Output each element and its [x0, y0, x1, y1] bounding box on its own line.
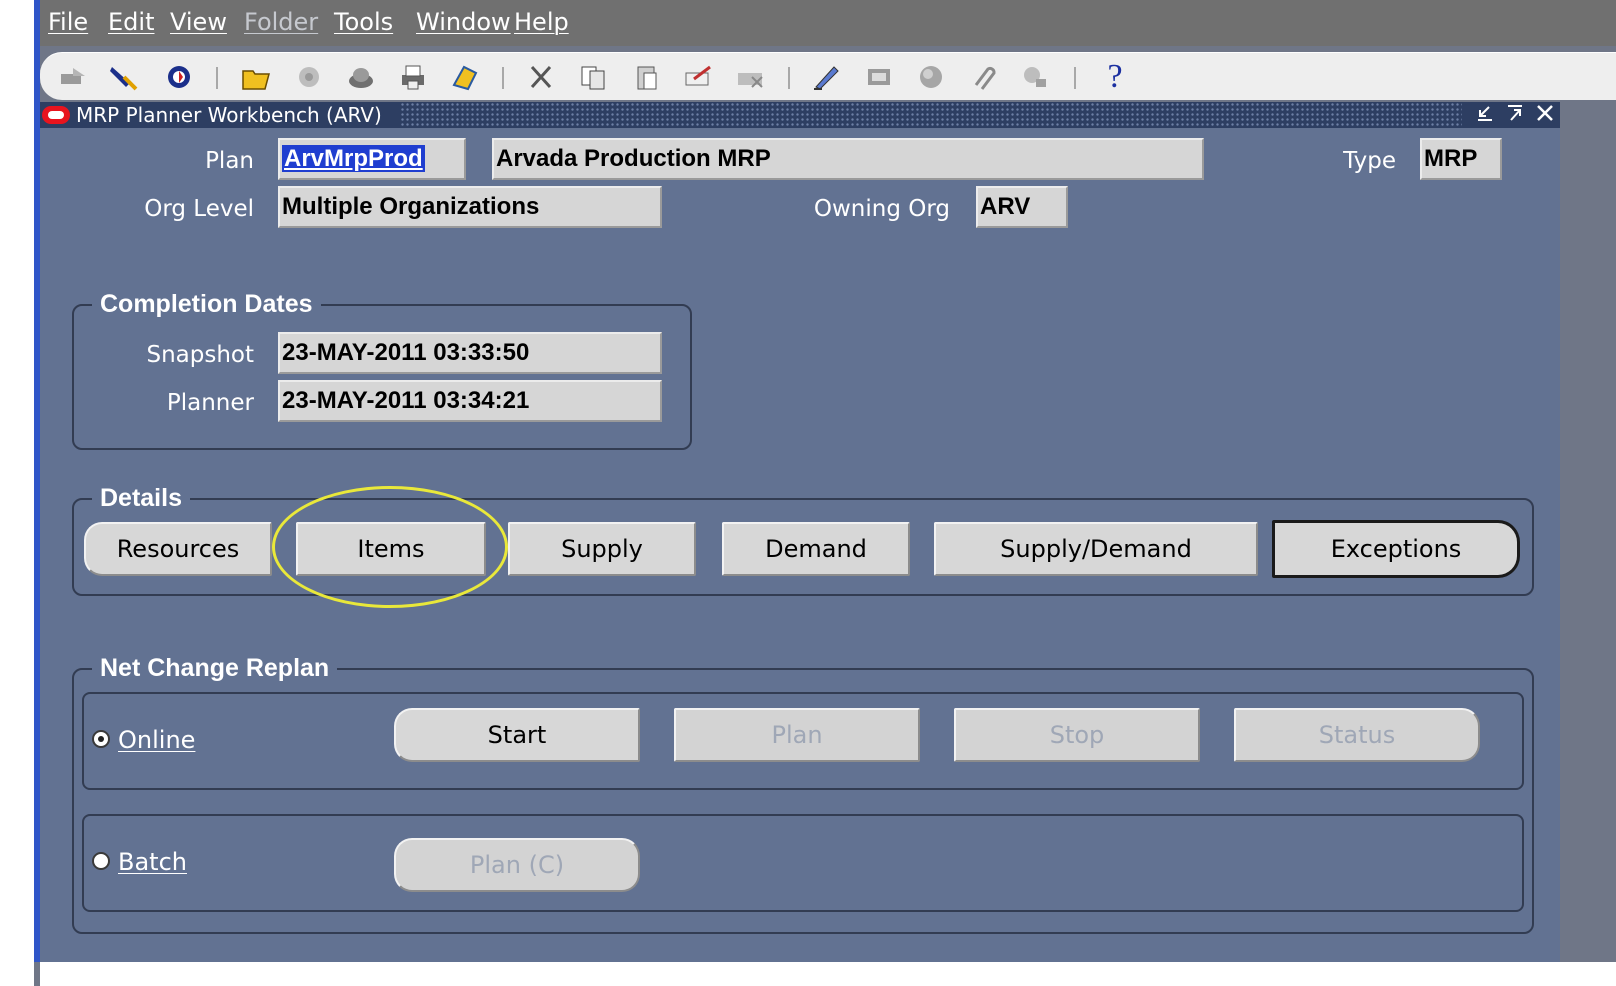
- details-title: Details: [92, 484, 190, 513]
- toolbar-separator: [502, 67, 504, 89]
- plan-code-field[interactable]: ArvMrpProd: [278, 138, 466, 180]
- plan-type-field[interactable]: MRP: [1420, 138, 1502, 180]
- close-icon[interactable]: [1536, 103, 1554, 127]
- online-label[interactable]: Online: [118, 726, 195, 754]
- owning-org-field[interactable]: ARV: [976, 186, 1068, 228]
- net-change-replan-title: Net Change Replan: [92, 654, 338, 683]
- plan-label: Plan: [205, 148, 254, 174]
- menu-file[interactable]: File: [48, 8, 88, 36]
- zoom-icon[interactable]: [862, 62, 896, 92]
- attachments-icon[interactable]: [966, 62, 1000, 92]
- translations-icon[interactable]: [914, 62, 948, 92]
- window-title: MRP Planner Workbench (ARV): [76, 103, 382, 127]
- completion-dates-group: [72, 304, 692, 450]
- planner-date-field[interactable]: 23-MAY-2011 03:34:21: [278, 380, 662, 422]
- minimize-icon[interactable]: [1476, 103, 1494, 127]
- menu-edit[interactable]: Edit: [108, 8, 154, 36]
- toolbar-separator: [1074, 67, 1076, 89]
- clear-record-icon[interactable]: [682, 62, 716, 92]
- type-label: Type: [1343, 148, 1396, 174]
- save-icon[interactable]: [292, 62, 326, 92]
- maximize-icon[interactable]: [1506, 103, 1524, 127]
- planner-label: Planner: [166, 390, 254, 416]
- online-plan-button[interactable]: Plan: [674, 708, 920, 762]
- edit-field-icon[interactable]: [810, 62, 844, 92]
- online-status-button[interactable]: Status: [1234, 708, 1480, 762]
- close-form-icon[interactable]: [448, 62, 482, 92]
- online-start-button[interactable]: Start: [394, 708, 640, 762]
- print-icon[interactable]: [396, 62, 430, 92]
- supply-button[interactable]: Supply: [508, 522, 696, 576]
- navigator-icon[interactable]: [162, 62, 196, 92]
- batch-plan-c-button[interactable]: Plan (C): [394, 838, 640, 892]
- items-button[interactable]: Items: [296, 522, 486, 576]
- demand-button[interactable]: Demand: [722, 522, 910, 576]
- paste-icon[interactable]: [630, 62, 664, 92]
- toolbar-separator: [788, 67, 790, 89]
- online-radio[interactable]: [92, 730, 110, 748]
- menu-bar: File Edit View Folder Tools Window Help: [40, 0, 1616, 46]
- help-icon[interactable]: ?: [1098, 58, 1132, 95]
- completion-dates-title: Completion Dates: [92, 290, 321, 319]
- batch-radio[interactable]: [92, 852, 110, 870]
- snapshot-date-field[interactable]: 23-MAY-2011 03:33:50: [278, 332, 662, 374]
- planner-workbench-form: Plan ArvMrpProd Arvada Production MRP Ty…: [40, 128, 1560, 962]
- window-bottom-edge: [40, 962, 1616, 986]
- toolbar-separator: [216, 67, 218, 89]
- find-icon[interactable]: [106, 62, 140, 92]
- folder-tools-icon[interactable]: [1018, 62, 1052, 92]
- new-record-icon[interactable]: [56, 62, 90, 92]
- delete-record-icon[interactable]: [734, 62, 768, 92]
- plan-name-field[interactable]: Arvada Production MRP: [492, 138, 1204, 180]
- menu-help[interactable]: Help: [514, 8, 569, 36]
- online-stop-button[interactable]: Stop: [954, 708, 1200, 762]
- menu-tools[interactable]: Tools: [334, 8, 393, 36]
- menu-folder[interactable]: Folder: [244, 8, 318, 36]
- org-level-field[interactable]: Multiple Organizations: [278, 186, 662, 228]
- resources-button[interactable]: Resources: [84, 522, 272, 576]
- oracle-logo-icon: [42, 106, 70, 124]
- window-controls: [1462, 102, 1560, 128]
- batch-box: [82, 814, 1524, 912]
- plan-code-value: ArvMrpProd: [282, 145, 425, 172]
- open-folder-icon[interactable]: [240, 62, 274, 92]
- snapshot-label: Snapshot: [146, 342, 254, 368]
- menu-window[interactable]: Window: [416, 8, 511, 36]
- org-level-label: Org Level: [144, 196, 254, 222]
- supply-demand-button[interactable]: Supply/Demand: [934, 522, 1258, 576]
- exceptions-button[interactable]: Exceptions: [1272, 520, 1520, 578]
- batch-label[interactable]: Batch: [118, 848, 187, 876]
- cut-icon[interactable]: [524, 62, 558, 92]
- title-area: MRP Planner Workbench (ARV): [40, 102, 400, 128]
- next-step-icon[interactable]: [344, 62, 378, 92]
- owning-org-label: Owning Org: [813, 196, 950, 222]
- menu-view[interactable]: View: [170, 8, 227, 36]
- copy-icon[interactable]: [576, 62, 610, 92]
- window-title-bar[interactable]: MRP Planner Workbench (ARV): [40, 102, 1560, 128]
- toolbar: ?: [40, 52, 1616, 100]
